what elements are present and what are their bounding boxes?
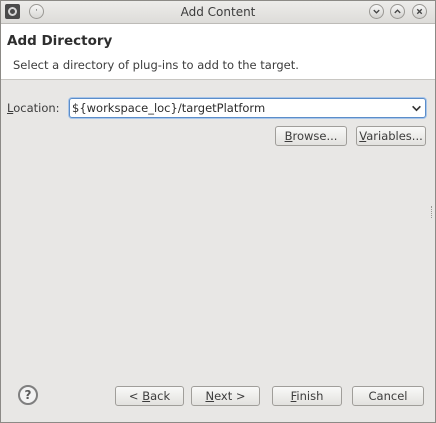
close-icon: [416, 8, 423, 15]
location-input[interactable]: [72, 100, 402, 116]
title-bar[interactable]: · Add Content: [1, 1, 435, 24]
page-description: Select a directory of plug-ins to add to…: [13, 58, 299, 72]
cancel-button[interactable]: Cancel: [352, 386, 424, 406]
help-icon[interactable]: ?: [18, 385, 38, 405]
add-content-dialog: · Add Content Add Directory Select a dir…: [0, 0, 436, 423]
maximize-button[interactable]: [390, 4, 405, 19]
finish-button[interactable]: Finish: [272, 386, 342, 406]
next-button[interactable]: Next >: [191, 386, 260, 406]
chevron-up-icon: [394, 9, 401, 14]
minimize-button[interactable]: [369, 4, 384, 19]
page-title: Add Directory: [7, 33, 113, 49]
location-label: Location:: [7, 101, 60, 115]
chevron-down-icon[interactable]: [411, 103, 422, 114]
browse-button[interactable]: Browse...: [275, 126, 347, 146]
wizard-header: Add Directory Select a directory of plug…: [1, 24, 435, 80]
back-button[interactable]: < Back: [115, 386, 184, 406]
resize-grip[interactable]: [431, 206, 434, 218]
chevron-down-icon: [373, 9, 380, 14]
location-combo[interactable]: [69, 98, 426, 118]
close-button[interactable]: [412, 4, 427, 19]
variables-button[interactable]: Variables...: [356, 126, 426, 146]
